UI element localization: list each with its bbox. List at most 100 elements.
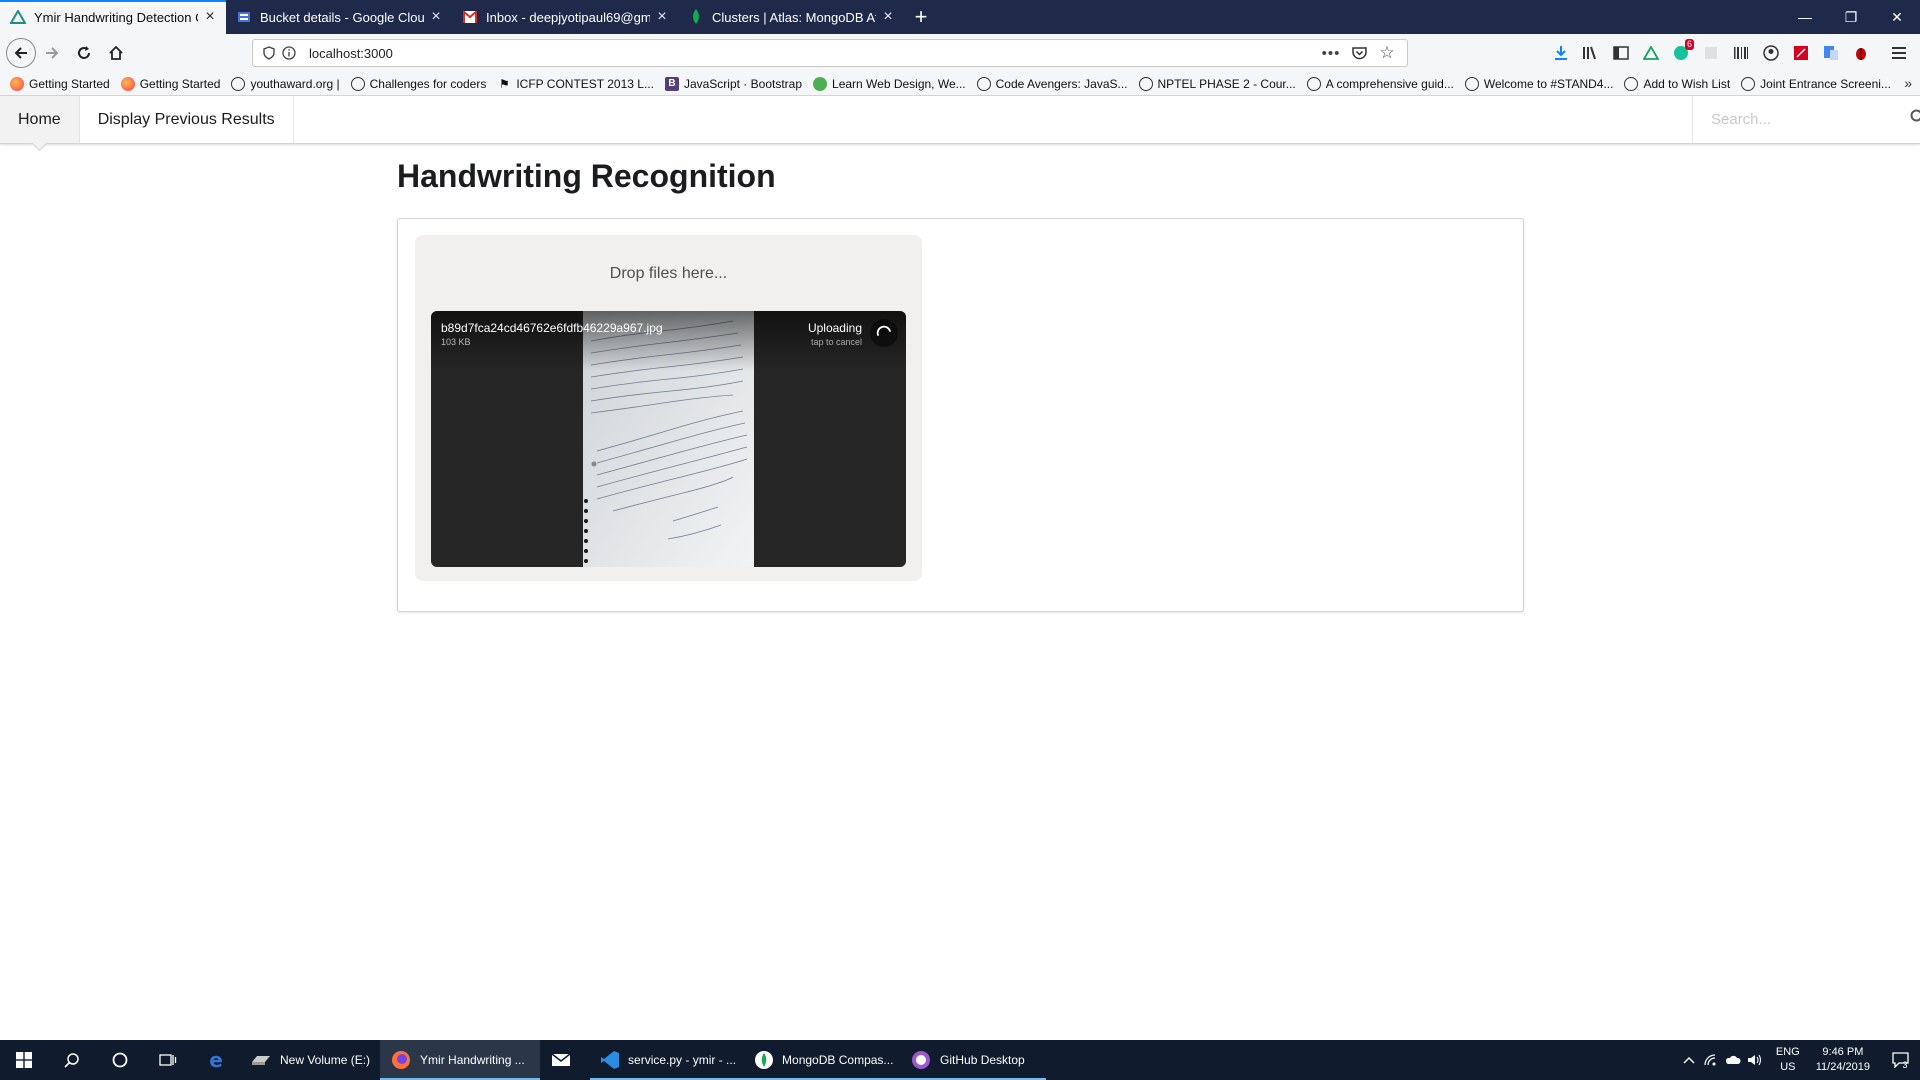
bookmark-item[interactable]: Joint Entrance Screeni... (1741, 76, 1891, 91)
bookmark-item[interactable]: youthaward.org | (231, 76, 340, 91)
drive-extension-icon[interactable] (1636, 37, 1666, 69)
cortana-icon[interactable] (96, 1040, 144, 1080)
extension-placeholder-icon[interactable] (1696, 37, 1726, 69)
windows-taskbar: e New Volume (E:) Ymir Handwriting ... s… (0, 1040, 1920, 1080)
close-tab-icon[interactable]: × (880, 8, 896, 26)
pdf-extension-icon[interactable] (1786, 37, 1816, 69)
cancel-hint[interactable]: tap to cancel (811, 337, 862, 347)
notification-count: 3 (1902, 1060, 1908, 1070)
barcode-icon[interactable] (1726, 37, 1756, 69)
reload-button[interactable] (68, 37, 100, 69)
chevron-up-icon[interactable] (1678, 1056, 1700, 1064)
file-upload-item[interactable]: b89d7fca24cd46762e6fdfb46229a967.jpg 103… (431, 311, 906, 567)
browser-toolbar: localhost:3000 ••• ☆ 6 (0, 34, 1920, 72)
taskbar-app-firefox[interactable]: Ymir Handwriting ... (380, 1040, 541, 1080)
bookmark-label: Getting Started (29, 76, 110, 91)
shield-icon[interactable] (259, 43, 279, 63)
restore-icon[interactable]: ❐ (1828, 0, 1874, 34)
url-text[interactable]: localhost:3000 (299, 46, 1317, 61)
keyboard-region: US (1780, 1061, 1796, 1073)
bookmark-item[interactable]: Welcome to #STAND4... (1464, 76, 1613, 91)
back-button[interactable] (6, 38, 36, 68)
onedrive-icon[interactable] (1722, 1055, 1744, 1065)
menu-item-home[interactable]: Home (0, 96, 80, 143)
download-icon[interactable] (1546, 37, 1576, 69)
new-tab-button[interactable]: + (904, 0, 938, 34)
ymir-logo-icon (10, 9, 26, 25)
ladybug-extension-icon[interactable] (1846, 37, 1876, 69)
search-box (1692, 96, 1920, 143)
loading-spinner-icon[interactable] (870, 319, 898, 347)
language-indicator[interactable]: ENG US (1776, 1045, 1800, 1075)
page-actions-icon[interactable]: ••• (1317, 43, 1345, 63)
tab-ymir[interactable]: Ymir Handwriting Detection Ce × (0, 0, 226, 34)
file-dropzone[interactable]: Drop files here... b89d7fca24cd46762e6fd… (415, 235, 922, 581)
bookmark-label: NPTEL PHASE 2 - Cour... (1157, 76, 1296, 91)
hamburger-menu-icon[interactable] (1884, 37, 1914, 69)
minimize-icon[interactable]: — (1782, 0, 1828, 34)
taskbar-app-file-explorer[interactable]: New Volume (E:) (240, 1040, 380, 1080)
search-icon[interactable] (48, 1040, 96, 1080)
tab-google-cloud[interactable]: Bucket details - Google Cloud P × (226, 0, 452, 34)
address-bar[interactable]: localhost:3000 ••• ☆ (252, 39, 1408, 67)
bookmark-item[interactable]: Getting Started (120, 76, 221, 91)
forward-button[interactable] (36, 37, 68, 69)
bookmark-label: Learn Web Design, We... (832, 76, 966, 91)
bookmark-item[interactable]: Code Avengers: JavaS... (976, 76, 1128, 91)
file-size: 103 KB (441, 337, 471, 347)
toolbar-extensions: 6 (1546, 37, 1914, 69)
bookmark-item[interactable]: B JavaScript · Bootstrap (664, 76, 803, 91)
close-tab-icon[interactable]: × (654, 8, 670, 26)
taskbar-app-mongodb-compass[interactable]: MongoDB Compas... (744, 1040, 901, 1080)
bookmark-item[interactable]: NPTEL PHASE 2 - Cour... (1138, 76, 1296, 91)
taskbar-app-mail[interactable] (540, 1040, 590, 1080)
grammarly-icon[interactable]: 6 (1666, 37, 1696, 69)
tab-gmail[interactable]: Inbox - deepjyotipaul69@gmai × (452, 0, 678, 34)
close-tab-icon[interactable]: × (428, 8, 444, 26)
taskbar-app-github-desktop[interactable]: GitHub Desktop (900, 1040, 1047, 1080)
pocket-icon[interactable] (1345, 43, 1373, 63)
browser-tab-strip: Ymir Handwriting Detection Ce × Bucket d… (0, 0, 1920, 34)
wifi-icon[interactable] (1700, 1054, 1722, 1066)
windows-start-icon[interactable] (0, 1040, 48, 1080)
chevron-right-icon[interactable]: » (1904, 75, 1912, 91)
search-input[interactable] (1711, 111, 1910, 128)
bookmark-item[interactable]: Challenges for coders (350, 76, 486, 91)
bookmark-item[interactable]: Learn Web Design, We... (813, 76, 966, 91)
task-view-icon[interactable] (144, 1040, 192, 1080)
close-window-icon[interactable]: ✕ (1874, 0, 1920, 34)
close-tab-icon[interactable]: × (202, 8, 218, 26)
globe-icon (976, 76, 991, 91)
language-code: ENG (1775, 1046, 1800, 1058)
bookmark-label: Getting Started (139, 76, 221, 91)
bookmark-label: JavaScript · Bootstrap (683, 76, 803, 91)
tab-title: Clusters | Atlas: MongoDB Atlas (712, 9, 876, 25)
search-icon[interactable] (1910, 109, 1920, 130)
bookmark-star-icon[interactable]: ☆ (1373, 43, 1401, 63)
tab-title: Bucket details - Google Cloud P (260, 9, 424, 25)
bookmark-item[interactable]: Add to Wish List (1624, 76, 1730, 91)
sidebar-icon[interactable] (1606, 37, 1636, 69)
clock-time: 9:46 PM (1822, 1046, 1864, 1058)
bookmark-label: A comprehensive guid... (1325, 76, 1454, 91)
action-center-icon[interactable]: 3 (1880, 1050, 1920, 1070)
tab-title: Ymir Handwriting Detection Ce (34, 9, 198, 25)
menu-item-previous-results[interactable]: Display Previous Results (80, 96, 294, 143)
home-button[interactable] (100, 37, 132, 69)
globe-icon (231, 76, 246, 91)
back-arrow-icon (14, 47, 27, 59)
account-icon[interactable] (1756, 37, 1786, 69)
app-menu: Home Display Previous Results (0, 96, 1920, 144)
taskbar-app-vscode[interactable]: service.py - ymir - ... (590, 1040, 745, 1080)
system-clock[interactable]: 9:46 PM 11/24/2019 (1816, 1045, 1870, 1075)
translate-icon[interactable] (1816, 37, 1846, 69)
info-icon[interactable] (279, 43, 299, 63)
tab-mongodb-atlas[interactable]: Clusters | Atlas: MongoDB Atlas × (678, 0, 904, 34)
edge-browser-icon[interactable]: e (192, 1040, 240, 1080)
bookmark-item[interactable]: ⚑ ICFP CONTEST 2013 L... (497, 77, 654, 91)
volume-icon[interactable] (1744, 1054, 1766, 1066)
bookmark-item[interactable]: A comprehensive guid... (1306, 76, 1454, 91)
library-icon[interactable] (1576, 37, 1606, 69)
bookmark-item[interactable]: Getting Started (10, 76, 110, 91)
dropzone-label: Drop files here... (609, 265, 728, 282)
